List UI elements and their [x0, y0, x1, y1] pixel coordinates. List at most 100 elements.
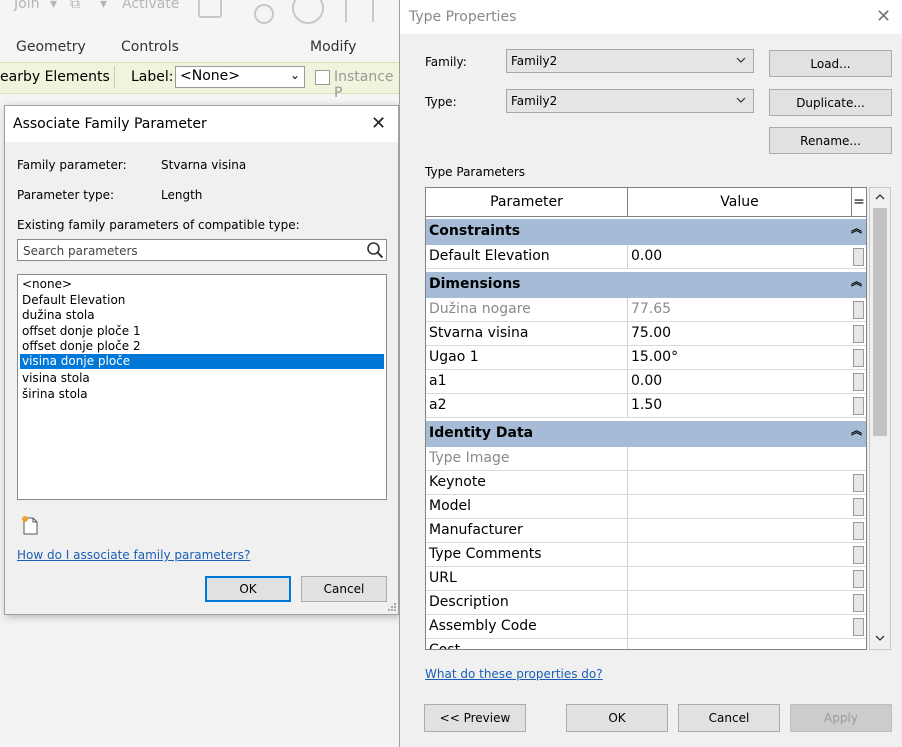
search-input[interactable] — [21, 241, 355, 261]
resize-grip-icon[interactable] — [387, 602, 397, 612]
group-header-constraints[interactable]: Constraints ︽ — [426, 219, 866, 245]
list-item-selected[interactable]: visina donje ploče — [20, 354, 384, 369]
dialog-title: Type Properties — [409, 9, 517, 25]
formula-button[interactable] — [853, 248, 864, 266]
nearby-elements-button[interactable]: earby Elements — [0, 69, 110, 85]
table-row[interactable]: Dužina nogare 77.65 — [426, 298, 866, 322]
table-row[interactable]: Type Comments — [426, 543, 866, 567]
group-geometry: Geometry — [16, 39, 86, 55]
table-row[interactable]: Description — [426, 591, 866, 615]
help-link[interactable]: How do I associate family parameters? — [17, 548, 250, 562]
formula-button[interactable] — [853, 546, 864, 564]
rotate-icon[interactable] — [292, 0, 324, 24]
group-header-dimensions[interactable]: Dimensions ︽ — [426, 272, 866, 298]
param-name: Type Image — [429, 450, 510, 466]
properties-grid[interactable]: Parameter Value = Constraints ︽ Default … — [425, 187, 867, 650]
collapse-icon[interactable]: ︽ — [851, 220, 862, 236]
cell-divider — [627, 245, 628, 269]
list-item[interactable]: visina stola — [20, 371, 384, 386]
table-row[interactable]: URL — [426, 567, 866, 591]
preview-button[interactable]: << Preview — [424, 704, 526, 732]
param-value[interactable]: 15.00° — [631, 349, 678, 365]
formula-button[interactable] — [853, 618, 864, 636]
family-select[interactable]: Family2 — [506, 49, 754, 73]
table-row[interactable]: Assembly Code — [426, 615, 866, 639]
chevron-down-icon: ▾ — [50, 0, 58, 12]
cell-divider — [627, 615, 628, 639]
apply-button[interactable]: Apply — [790, 704, 892, 732]
column-header-value[interactable]: Value — [628, 188, 852, 217]
load-button[interactable]: Load... — [769, 50, 892, 77]
list-item[interactable]: offset donje ploče 1 — [20, 324, 384, 339]
close-icon[interactable]: ✕ — [876, 8, 891, 26]
formula-button[interactable] — [853, 349, 864, 367]
param-value[interactable]: 1.50 — [631, 397, 662, 413]
properties-help-link[interactable]: What do these properties do? — [425, 667, 603, 681]
formula-button[interactable] — [853, 474, 864, 492]
table-row[interactable]: Stvarna visina 75.00 — [426, 322, 866, 346]
align-icon[interactable] — [372, 0, 374, 22]
table-row[interactable]: Default Elevation 0.00 — [426, 245, 866, 269]
chevron-up-icon[interactable] — [874, 192, 886, 202]
table-row[interactable]: Type Image — [426, 447, 866, 471]
column-header-parameter[interactable]: Parameter — [426, 188, 628, 217]
param-value[interactable]: 0.00 — [631, 248, 662, 264]
list-item[interactable]: širina stola — [20, 387, 384, 402]
column-header-formula[interactable]: = — [852, 188, 866, 217]
new-parameter-icon[interactable] — [19, 514, 41, 536]
collapse-icon[interactable]: ︽ — [851, 422, 862, 438]
activate-label[interactable]: Activate — [122, 0, 179, 12]
formula-button[interactable] — [853, 570, 864, 588]
join-label[interactable]: Join — [14, 0, 39, 12]
mirror-icon[interactable] — [345, 0, 347, 22]
cancel-button[interactable]: Cancel — [301, 576, 387, 602]
search-icon[interactable] — [366, 241, 384, 259]
formula-button[interactable] — [853, 522, 864, 540]
formula-button[interactable] — [853, 325, 864, 343]
copy-icon[interactable]: ⧉ — [70, 0, 80, 12]
formula-button[interactable] — [853, 397, 864, 415]
param-value[interactable]: 75.00 — [631, 325, 671, 341]
move-icon[interactable] — [198, 0, 222, 18]
cancel-button[interactable]: Cancel — [678, 704, 780, 732]
list-item[interactable]: offset donje ploče 2 — [20, 339, 384, 354]
param-name: a1 — [429, 373, 447, 389]
ok-button[interactable]: OK — [205, 576, 291, 602]
cell-divider — [627, 519, 628, 543]
parameter-list[interactable]: <none> Default Elevation dužina stola of… — [17, 274, 387, 500]
label-combo[interactable]: <None> ⌄ — [175, 66, 305, 88]
chevron-down-icon[interactable] — [874, 633, 886, 643]
table-row[interactable]: Ugao 1 15.00° — [426, 346, 866, 370]
array-icon[interactable] — [254, 4, 274, 24]
parameter-type-value: Length — [161, 188, 203, 202]
param-name: Description — [429, 594, 509, 610]
grid-scrollbar[interactable] — [869, 187, 891, 650]
table-row[interactable]: Model — [426, 495, 866, 519]
table-row[interactable]: a1 0.00 — [426, 370, 866, 394]
group-title: Identity Data — [429, 425, 534, 441]
table-row[interactable]: Cost — [426, 639, 866, 649]
formula-button[interactable] — [853, 373, 864, 391]
list-item[interactable]: dužina stola — [20, 308, 384, 323]
scrollbar-thumb[interactable] — [873, 208, 887, 436]
table-row[interactable]: a2 1.50 — [426, 394, 866, 418]
rename-button[interactable]: Rename... — [769, 127, 892, 154]
family-select-value: Family2 — [511, 54, 558, 68]
ok-button[interactable]: OK — [566, 704, 668, 732]
table-row[interactable]: Keynote — [426, 471, 866, 495]
list-item[interactable]: <none> — [20, 277, 384, 292]
duplicate-button[interactable]: Duplicate... — [769, 89, 892, 116]
group-header-identity-data[interactable]: Identity Data ︽ — [426, 421, 866, 447]
formula-button[interactable] — [853, 594, 864, 612]
formula-button[interactable] — [853, 301, 864, 319]
param-name: URL — [429, 570, 457, 586]
param-value[interactable]: 0.00 — [631, 373, 662, 389]
list-item[interactable]: Default Elevation — [20, 293, 384, 308]
collapse-icon[interactable]: ︽ — [851, 273, 862, 289]
instance-checkbox[interactable] — [315, 70, 330, 85]
table-row[interactable]: Manufacturer — [426, 519, 866, 543]
close-icon[interactable]: ✕ — [371, 115, 386, 133]
type-properties-dialog: Type Properties ✕ Family: Family2 Type: … — [399, 0, 902, 747]
formula-button[interactable] — [853, 498, 864, 516]
type-select[interactable]: Family2 — [506, 89, 754, 113]
